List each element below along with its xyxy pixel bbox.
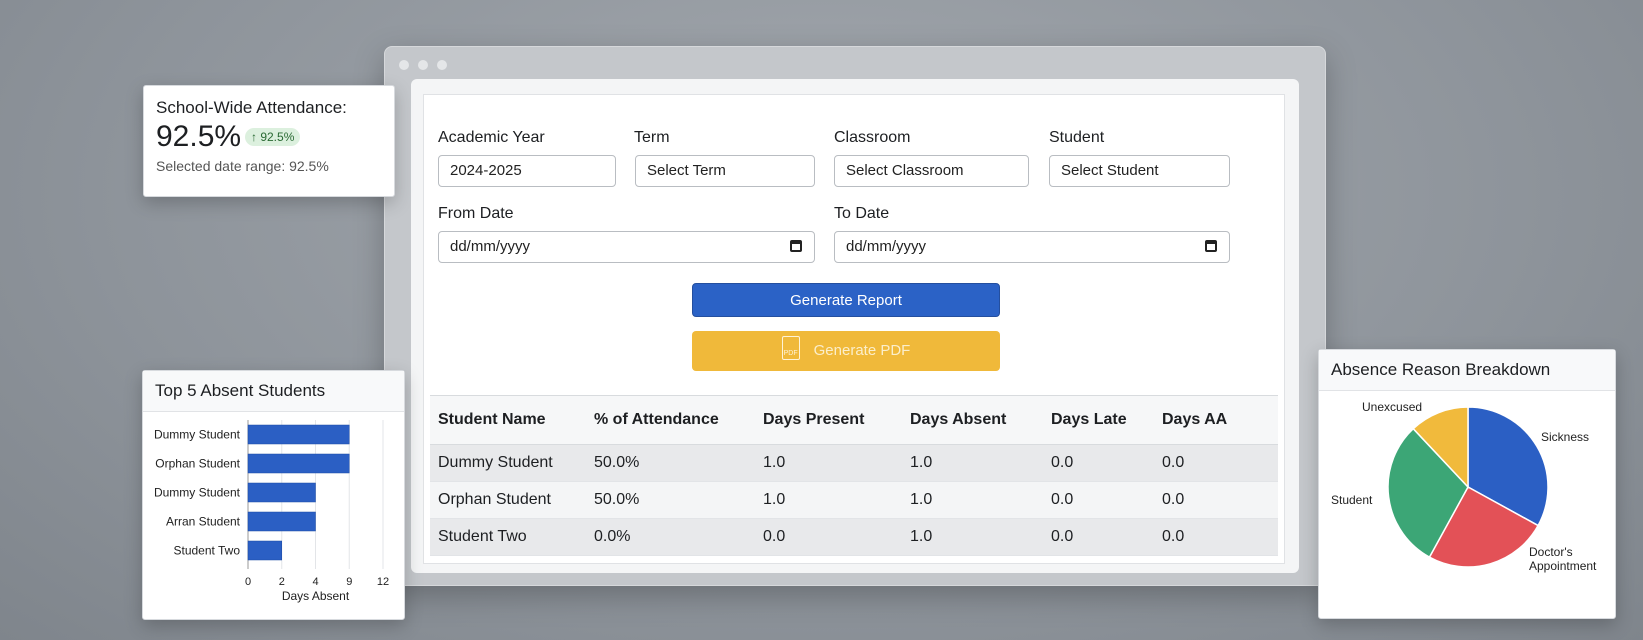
pie-label: Sickness — [1541, 430, 1589, 444]
content-area: Academic Year 2024-2025 Term Select Term… — [411, 79, 1299, 573]
top5-bar-chart: 0 2 4 9 12 Dummy Student Orphan Student Dummy S… — [154, 420, 389, 603]
category-label: Dummy Student — [154, 428, 241, 442]
cell-student-name: Orphan Student — [430, 481, 586, 519]
cell-days-absent: 1.0 — [902, 518, 1043, 556]
attendance-table: Student Name % of Attendance Days Presen… — [430, 395, 1278, 556]
category-label: Student Two — [174, 544, 241, 558]
attendance-value: 92.5% — [156, 120, 242, 153]
cell-days-aa: 0.0 — [1154, 518, 1278, 556]
close-dot[interactable] — [399, 60, 409, 70]
col-days-present[interactable]: Days Present — [755, 395, 902, 445]
absence-card-title: Absence Reason Breakdown — [1331, 360, 1551, 379]
table-row[interactable]: Dummy Student 50.0% 1.0 1.0 0.0 0.0 — [430, 444, 1278, 482]
report-panel: Academic Year 2024-2025 Term Select Term… — [423, 94, 1285, 564]
top5-card-title: Top 5 Absent Students — [155, 381, 326, 400]
academic-year-select[interactable]: 2024-2025 — [438, 155, 616, 187]
generate-pdf-label: Generate PDF — [813, 342, 911, 359]
calendar-icon[interactable] — [1205, 240, 1217, 252]
cell-days-aa: 0.0 — [1154, 481, 1278, 519]
x-tick-label: 2 — [279, 576, 285, 588]
student-select[interactable]: Select Student — [1049, 155, 1230, 187]
card-header: Top 5 Absent Students — [143, 371, 404, 412]
pie-label: Doctor's Appointment — [1529, 545, 1597, 573]
cell-days-late: 0.0 — [1043, 518, 1154, 556]
term-label: Term — [634, 129, 670, 146]
from-date-input[interactable]: dd/mm/yyyy — [438, 231, 815, 263]
cell-attendance-pct: 50.0% — [586, 444, 755, 482]
absence-pie-chart: Sickness Doctor's Appointment Student Unexcu… — [1331, 400, 1597, 573]
cell-days-absent: 1.0 — [902, 481, 1043, 519]
bar — [247, 511, 316, 532]
category-label: Arran Student — [166, 515, 241, 529]
from-date-value: dd/mm/yyyy — [450, 238, 531, 255]
cell-attendance-pct: 0.0% — [586, 518, 755, 556]
minimize-dot[interactable] — [418, 60, 428, 70]
attendance-subtitle: Selected date range: 92.5% — [156, 158, 329, 174]
col-days-absent[interactable]: Days Absent — [902, 395, 1043, 445]
cell-days-late: 0.0 — [1043, 444, 1154, 482]
category-label: Orphan Student — [155, 457, 240, 471]
attendance-summary-card: School-Wide Attendance: 92.5% ↑ 92.5% Se… — [143, 85, 395, 197]
attendance-card-title: School-Wide Attendance: — [156, 98, 347, 117]
pdf-icon: PDF — [781, 336, 800, 361]
to-date-input[interactable]: dd/mm/yyyy — [834, 231, 1230, 263]
top5-absent-card: Top 5 Absent Students 0 2 4 9 12 Dummy Studen… — [142, 370, 405, 620]
to-date-label: To Date — [834, 205, 890, 222]
col-days-late[interactable]: Days Late — [1043, 395, 1154, 445]
table-row[interactable]: Orphan Student 50.0% 1.0 1.0 0.0 0.0 — [430, 481, 1278, 519]
window-controls — [399, 60, 447, 70]
to-date-value: dd/mm/yyyy — [846, 238, 927, 255]
col-attendance-pct[interactable]: % of Attendance — [586, 395, 755, 445]
pie-label: Unexcused — [1362, 400, 1422, 414]
x-tick-label: 0 — [245, 576, 251, 588]
cell-days-present: 1.0 — [755, 444, 902, 482]
browser-window: Academic Year 2024-2025 Term Select Term… — [384, 46, 1326, 586]
cell-student-name: Student Two — [430, 518, 586, 556]
maximize-dot[interactable] — [437, 60, 447, 70]
cell-days-present: 0.0 — [755, 518, 902, 556]
x-tick-label: 4 — [312, 576, 318, 588]
bar — [247, 540, 282, 561]
card-header: Absence Reason Breakdown — [1319, 350, 1615, 391]
cell-student-name: Dummy Student — [430, 444, 586, 482]
absence-reason-card: Absence Reason Breakdown Sickness Doctor'… — [1318, 349, 1616, 619]
bar — [247, 482, 316, 503]
cell-days-late: 0.0 — [1043, 481, 1154, 519]
cell-days-aa: 0.0 — [1154, 444, 1278, 482]
classroom-select[interactable]: Select Classroom — [834, 155, 1029, 187]
table-row[interactable]: Student Two 0.0% 0.0 1.0 0.0 0.0 — [430, 518, 1278, 556]
academic-year-label: Academic Year — [438, 129, 545, 146]
cell-days-present: 1.0 — [755, 481, 902, 519]
trend-badge: ↑ 92.5% — [245, 128, 301, 146]
student-label: Student — [1049, 129, 1105, 146]
bar — [247, 453, 350, 474]
table-header-row: Student Name % of Attendance Days Presen… — [430, 395, 1278, 445]
x-tick-label: 9 — [346, 576, 352, 588]
bar — [247, 424, 350, 445]
from-date-label: From Date — [438, 205, 514, 222]
col-student-name[interactable]: Student Name — [430, 395, 586, 445]
classroom-label: Classroom — [834, 129, 911, 146]
generate-report-button[interactable]: Generate Report — [692, 283, 1000, 317]
calendar-icon[interactable] — [790, 240, 802, 252]
generate-pdf-button[interactable]: PDF Generate PDF — [692, 331, 1000, 371]
x-axis-label: Days Absent — [282, 589, 350, 603]
cell-attendance-pct: 50.0% — [586, 481, 755, 519]
term-select[interactable]: Select Term — [635, 155, 815, 187]
pie-label: Student — [1331, 493, 1373, 507]
x-tick-label: 12 — [377, 576, 389, 588]
cell-days-absent: 1.0 — [902, 444, 1043, 482]
col-days-aa[interactable]: Days AA — [1154, 395, 1278, 445]
category-label: Dummy Student — [154, 486, 241, 500]
